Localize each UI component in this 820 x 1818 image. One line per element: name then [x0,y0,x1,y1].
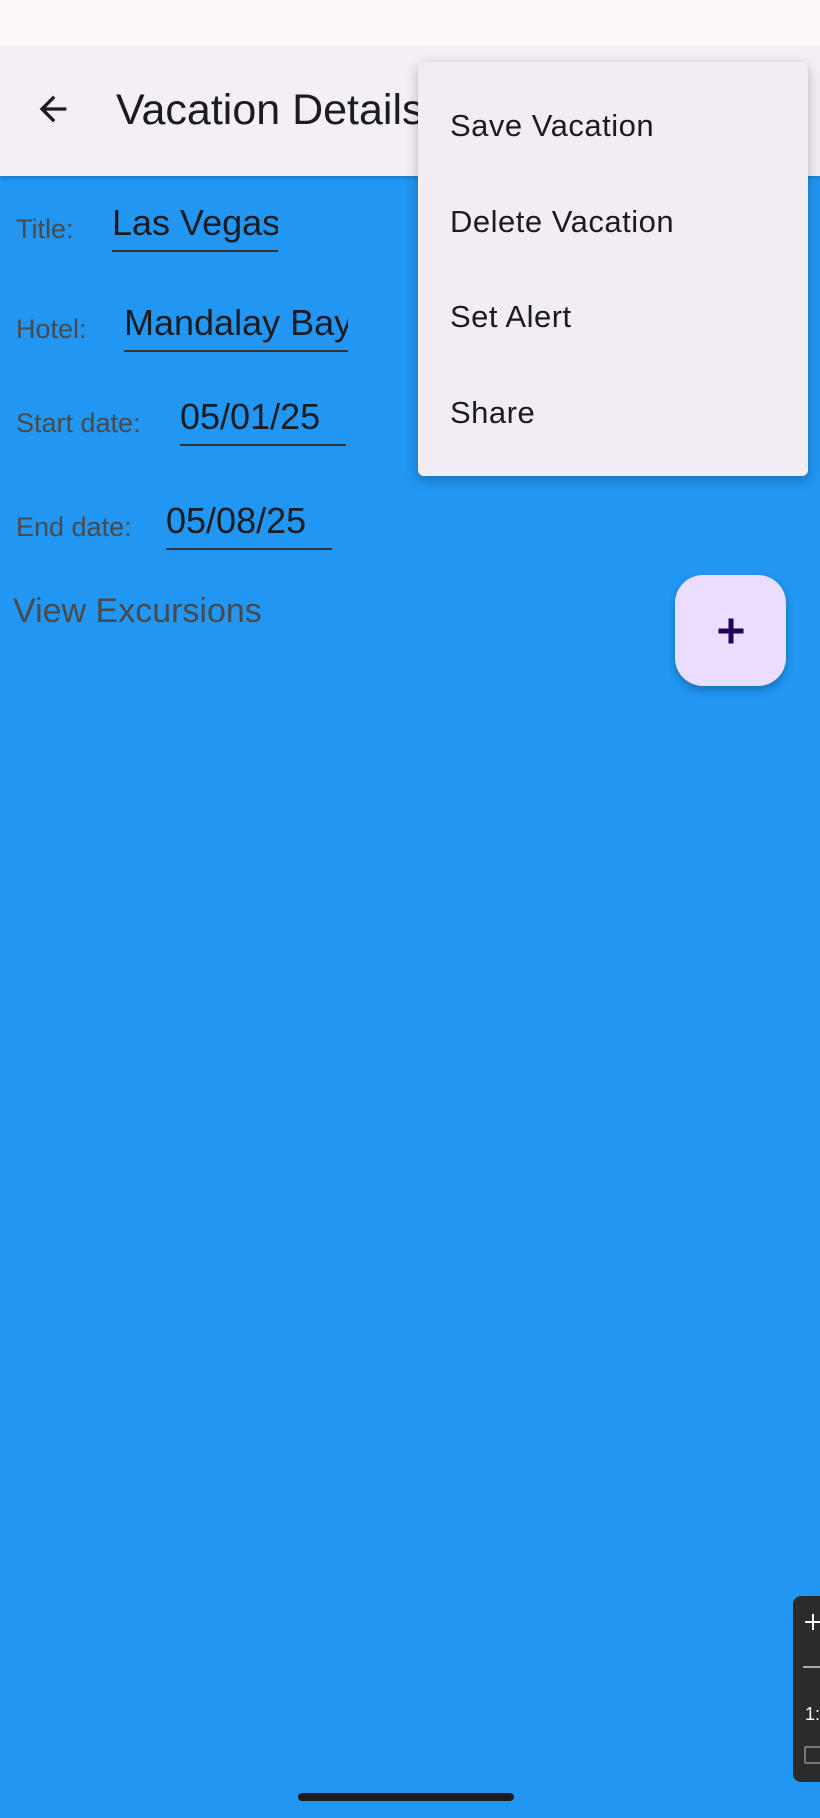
menu-item-share[interactable]: Share [418,365,808,461]
start-date-input[interactable] [180,396,346,446]
plus-small-icon [805,1614,820,1630]
arrow-back-icon [39,95,67,123]
start-date-label: Start date: [16,408,141,438]
add-excursion-button[interactable] [675,575,786,686]
menu-item-save-vacation[interactable]: Save Vacation [418,78,808,174]
square-icon [804,1746,820,1764]
title-label: Title: [16,214,74,244]
hotel-label: Hotel: [16,314,87,344]
hotel-input[interactable] [124,302,348,352]
menu-item-set-alert[interactable]: Set Alert [418,269,808,365]
status-bar [0,0,820,46]
minus-small-icon [803,1666,820,1668]
view-excursions-heading: View Excursions [13,592,262,630]
side-toolbar-text: 1: [805,1704,820,1724]
end-date-input[interactable] [166,500,332,550]
side-toolbar[interactable]: 1: [793,1596,820,1782]
overflow-menu: Save Vacation Delete Vacation Set Alert … [418,62,808,476]
back-button[interactable] [24,80,82,138]
title-input[interactable] [112,202,278,252]
gesture-nav-handle[interactable] [298,1793,514,1801]
page-title: Vacation Details [116,86,424,134]
end-date-label: End date: [16,512,132,542]
plus-icon [718,618,743,643]
menu-item-delete-vacation[interactable]: Delete Vacation [418,174,808,270]
